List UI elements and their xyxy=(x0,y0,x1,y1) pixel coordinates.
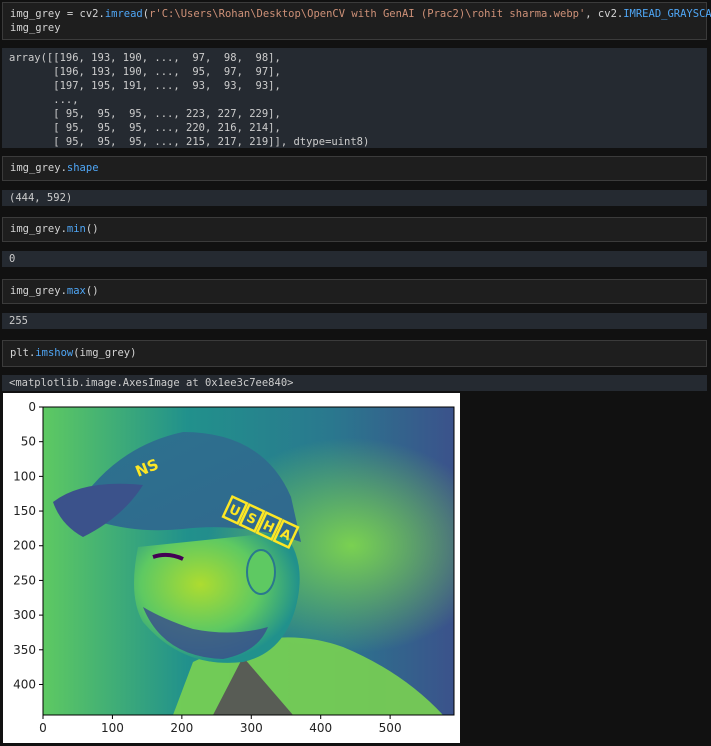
code-token: img_grey. xyxy=(10,223,67,235)
code-input-3[interactable]: img_grey.min() xyxy=(3,218,706,240)
code-token: r'C:\Users\Rohan\Desktop\OpenCV with Gen… xyxy=(149,8,586,20)
code-token: imshow xyxy=(35,347,74,359)
output-cell-3: 0 xyxy=(2,251,707,267)
y-tick-label: 50 xyxy=(21,435,36,449)
code-token: img_grey. xyxy=(10,162,67,174)
output-cell-4: 255 xyxy=(2,313,707,329)
imshow-plot: NS U S H A 0 100 200 300 400 500 0 50 100 150 200 250 30… xyxy=(3,393,460,743)
x-tick-label: 200 xyxy=(170,721,193,735)
code-token: imread xyxy=(104,8,143,20)
code-cell-5[interactable]: plt.imshow(img_grey) xyxy=(2,340,707,367)
code-token: img_grey. xyxy=(10,285,67,297)
x-tick-label: 0 xyxy=(39,721,47,735)
code-token: plt. xyxy=(10,347,36,359)
code-input-2[interactable]: img_grey.shape xyxy=(3,157,706,179)
code-token: () xyxy=(85,223,99,235)
y-tick-label: 100 xyxy=(13,469,36,483)
code-token: img_grey = cv2. xyxy=(10,8,105,20)
image-area: NSU S H A xyxy=(43,407,454,715)
output-cell-5: <matplotlib.image.AxesImage at 0x1ee3c7e… xyxy=(2,375,707,391)
y-tick-label: 250 xyxy=(13,573,36,587)
code-cell-4[interactable]: img_grey.max() xyxy=(2,279,707,304)
code-token: max xyxy=(66,285,86,297)
code-token: img_grey xyxy=(10,22,61,34)
x-tick-label: 300 xyxy=(240,721,263,735)
output-cell-2: (444, 592) xyxy=(2,190,707,206)
x-tick-label: 500 xyxy=(379,721,402,735)
imshow-figure: NSU S H A 0 100 200 300 400 500 0 50 100 150 200 250 30… xyxy=(13,400,455,735)
code-input-4[interactable]: img_grey.max() xyxy=(3,280,706,302)
y-tick-label: 200 xyxy=(13,539,36,553)
y-tick-label: 400 xyxy=(13,677,36,691)
x-tick-label: 400 xyxy=(309,721,332,735)
ear-shape xyxy=(246,549,276,595)
code-token: IMREAD_GRAYSCALE xyxy=(623,8,711,20)
y-tick-label: 350 xyxy=(13,643,36,657)
code-input-5[interactable]: plt.imshow(img_grey) xyxy=(3,341,706,364)
x-tick-label: 100 xyxy=(101,721,124,735)
y-tick-label: 150 xyxy=(13,504,36,518)
y-tick-label: 0 xyxy=(28,400,36,414)
y-tick-label: 300 xyxy=(13,608,36,622)
code-token: () xyxy=(85,285,99,297)
code-token: shape xyxy=(66,162,99,174)
code-token: min xyxy=(66,223,86,235)
output-cell-1: array([[196, 193, 190, ..., 97, 98, 98],… xyxy=(2,48,707,148)
code-cell-1[interactable]: img_grey = cv2.imread(r'C:\Users\Rohan\D… xyxy=(2,2,711,40)
code-token: , cv2. xyxy=(585,8,624,20)
code-cell-2[interactable]: img_grey.shape xyxy=(2,156,707,181)
code-input-1[interactable]: img_grey = cv2.imread(r'C:\Users\Rohan\D… xyxy=(3,3,711,39)
code-cell-3[interactable]: img_grey.min() xyxy=(2,217,707,242)
code-token: (img_grey) xyxy=(73,347,137,359)
